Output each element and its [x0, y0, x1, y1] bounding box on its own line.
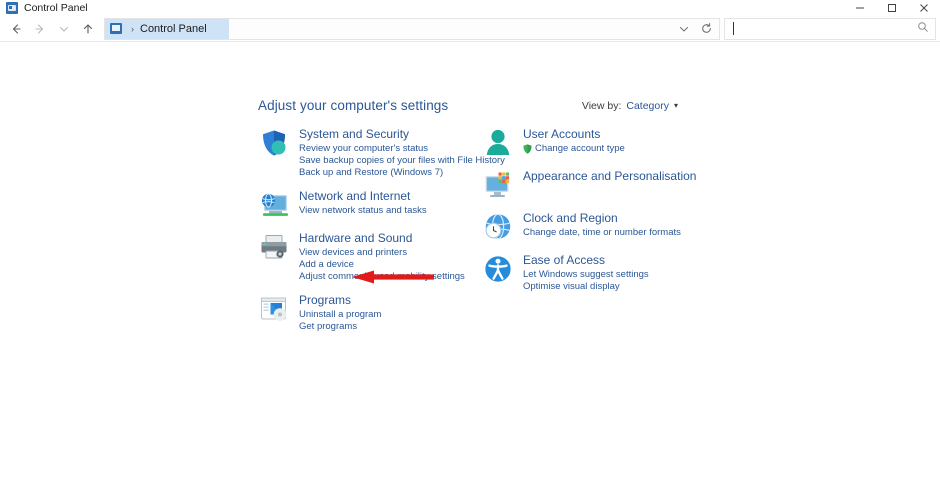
- shield-icon: [258, 127, 290, 159]
- control-panel-icon: [6, 2, 18, 14]
- category-title[interactable]: Network and Internet: [299, 189, 427, 204]
- category-link[interactable]: Get programs: [299, 321, 381, 333]
- window-title: Control Panel: [24, 2, 88, 14]
- category-body: System and Security Review your computer…: [299, 126, 505, 179]
- view-by-value[interactable]: Category: [626, 100, 669, 112]
- category-title[interactable]: Appearance and Personalisation: [523, 169, 696, 184]
- category-link[interactable]: Adjust commonly used mobility settings: [299, 271, 465, 283]
- category-body: User Accounts Change account type: [523, 126, 625, 155]
- minimize-button[interactable]: [844, 0, 876, 16]
- breadcrumb-separator: ›: [127, 18, 138, 39]
- ease-of-access-icon: [482, 253, 514, 285]
- category-ease-of-access[interactable]: Ease of Access Let Windows suggest setti…: [482, 252, 704, 293]
- close-button[interactable]: [908, 0, 940, 16]
- category-link[interactable]: Optimise visual display: [523, 281, 649, 293]
- category-link[interactable]: Let Windows suggest settings: [523, 269, 649, 281]
- page-title: Adjust your computer's settings: [258, 98, 449, 113]
- uac-shield-icon: [523, 144, 532, 154]
- user-accounts-person-icon: [482, 127, 514, 159]
- breadcrumb-icon[interactable]: [105, 18, 127, 39]
- previous-locations-chevron-down-icon[interactable]: [673, 19, 695, 39]
- category-link[interactable]: Save backup copies of your files with Fi…: [299, 155, 505, 167]
- category-link[interactable]: Uninstall a program: [299, 309, 381, 321]
- category-user-accounts[interactable]: User Accounts Change account type: [482, 126, 704, 159]
- address-bar[interactable]: › Control Panel: [104, 17, 720, 40]
- refresh-icon[interactable]: [695, 19, 717, 39]
- category-link[interactable]: View devices and printers: [299, 247, 465, 259]
- printer-icon: [258, 231, 290, 263]
- window-controls: [844, 0, 940, 16]
- view-by-label: View by:: [581, 100, 622, 112]
- category-body: Appearance and Personalisation: [523, 168, 696, 185]
- category-body: Clock and Region Change date, time or nu…: [523, 210, 681, 239]
- category-link-change-account-type[interactable]: Change account type: [523, 143, 625, 155]
- breadcrumb-path[interactable]: Control Panel: [138, 18, 229, 39]
- category-body: Programs Uninstall a program Get program…: [299, 292, 381, 333]
- programs-disc-icon: [258, 293, 290, 325]
- category-link[interactable]: Change date, time or number formats: [523, 227, 681, 239]
- up-arrow-icon[interactable]: [76, 18, 100, 40]
- navigation-bar: › Control Panel: [0, 16, 940, 42]
- category-body: Network and Internet View network status…: [299, 188, 427, 217]
- maximize-button[interactable]: [876, 0, 908, 16]
- category-system-and-security[interactable]: System and Security Review your computer…: [258, 126, 505, 179]
- view-by-control[interactable]: View by: Category ▾: [582, 100, 678, 112]
- chevron-down-icon[interactable]: ▾: [674, 102, 678, 110]
- appearance-monitor-icon: [482, 169, 514, 201]
- category-title[interactable]: User Accounts: [523, 127, 625, 142]
- back-arrow-icon[interactable]: [4, 18, 28, 40]
- category-title[interactable]: Clock and Region: [523, 211, 681, 226]
- category-clock-and-region[interactable]: Clock and Region Change date, time or nu…: [482, 210, 704, 243]
- category-title[interactable]: Hardware and Sound: [299, 231, 465, 246]
- clock-globe-icon: [482, 211, 514, 243]
- category-body: Ease of Access Let Windows suggest setti…: [523, 252, 649, 293]
- address-bar-actions: [673, 19, 719, 39]
- category-link-label: Change account type: [535, 143, 625, 154]
- category-programs[interactable]: Programs Uninstall a program Get program…: [258, 292, 480, 333]
- category-link[interactable]: Back up and Restore (Windows 7): [299, 167, 505, 179]
- search-text-caret: [733, 22, 734, 35]
- category-columns: System and Security Review your computer…: [258, 126, 918, 342]
- category-title[interactable]: System and Security: [299, 127, 505, 142]
- category-link[interactable]: Add a device: [299, 259, 465, 271]
- forward-arrow-icon[interactable]: [28, 18, 52, 40]
- category-title[interactable]: Ease of Access: [523, 253, 649, 268]
- category-link[interactable]: View network status and tasks: [299, 205, 427, 217]
- category-link[interactable]: Review your computer's status: [299, 143, 505, 155]
- category-column-left: System and Security Review your computer…: [258, 126, 505, 342]
- title-bar-left: Control Panel: [0, 2, 88, 14]
- control-panel-content: Adjust your computer's settings View by:…: [0, 42, 940, 499]
- control-panel-icon: [110, 23, 122, 34]
- category-appearance-and-personalisation[interactable]: Appearance and Personalisation: [482, 168, 704, 201]
- search-icon[interactable]: [917, 20, 929, 38]
- title-bar: Control Panel: [0, 0, 940, 16]
- category-body: Hardware and Sound View devices and prin…: [299, 230, 465, 283]
- recent-locations-chevron-down-icon[interactable]: [52, 18, 76, 40]
- category-column-right: User Accounts Change account type Appear…: [482, 126, 704, 342]
- category-hardware-and-sound[interactable]: Hardware and Sound View devices and prin…: [258, 230, 480, 283]
- category-title[interactable]: Programs: [299, 293, 381, 308]
- category-network-and-internet[interactable]: Network and Internet View network status…: [258, 188, 480, 221]
- search-box[interactable]: [724, 17, 936, 40]
- network-globe-monitor-icon: [258, 189, 290, 221]
